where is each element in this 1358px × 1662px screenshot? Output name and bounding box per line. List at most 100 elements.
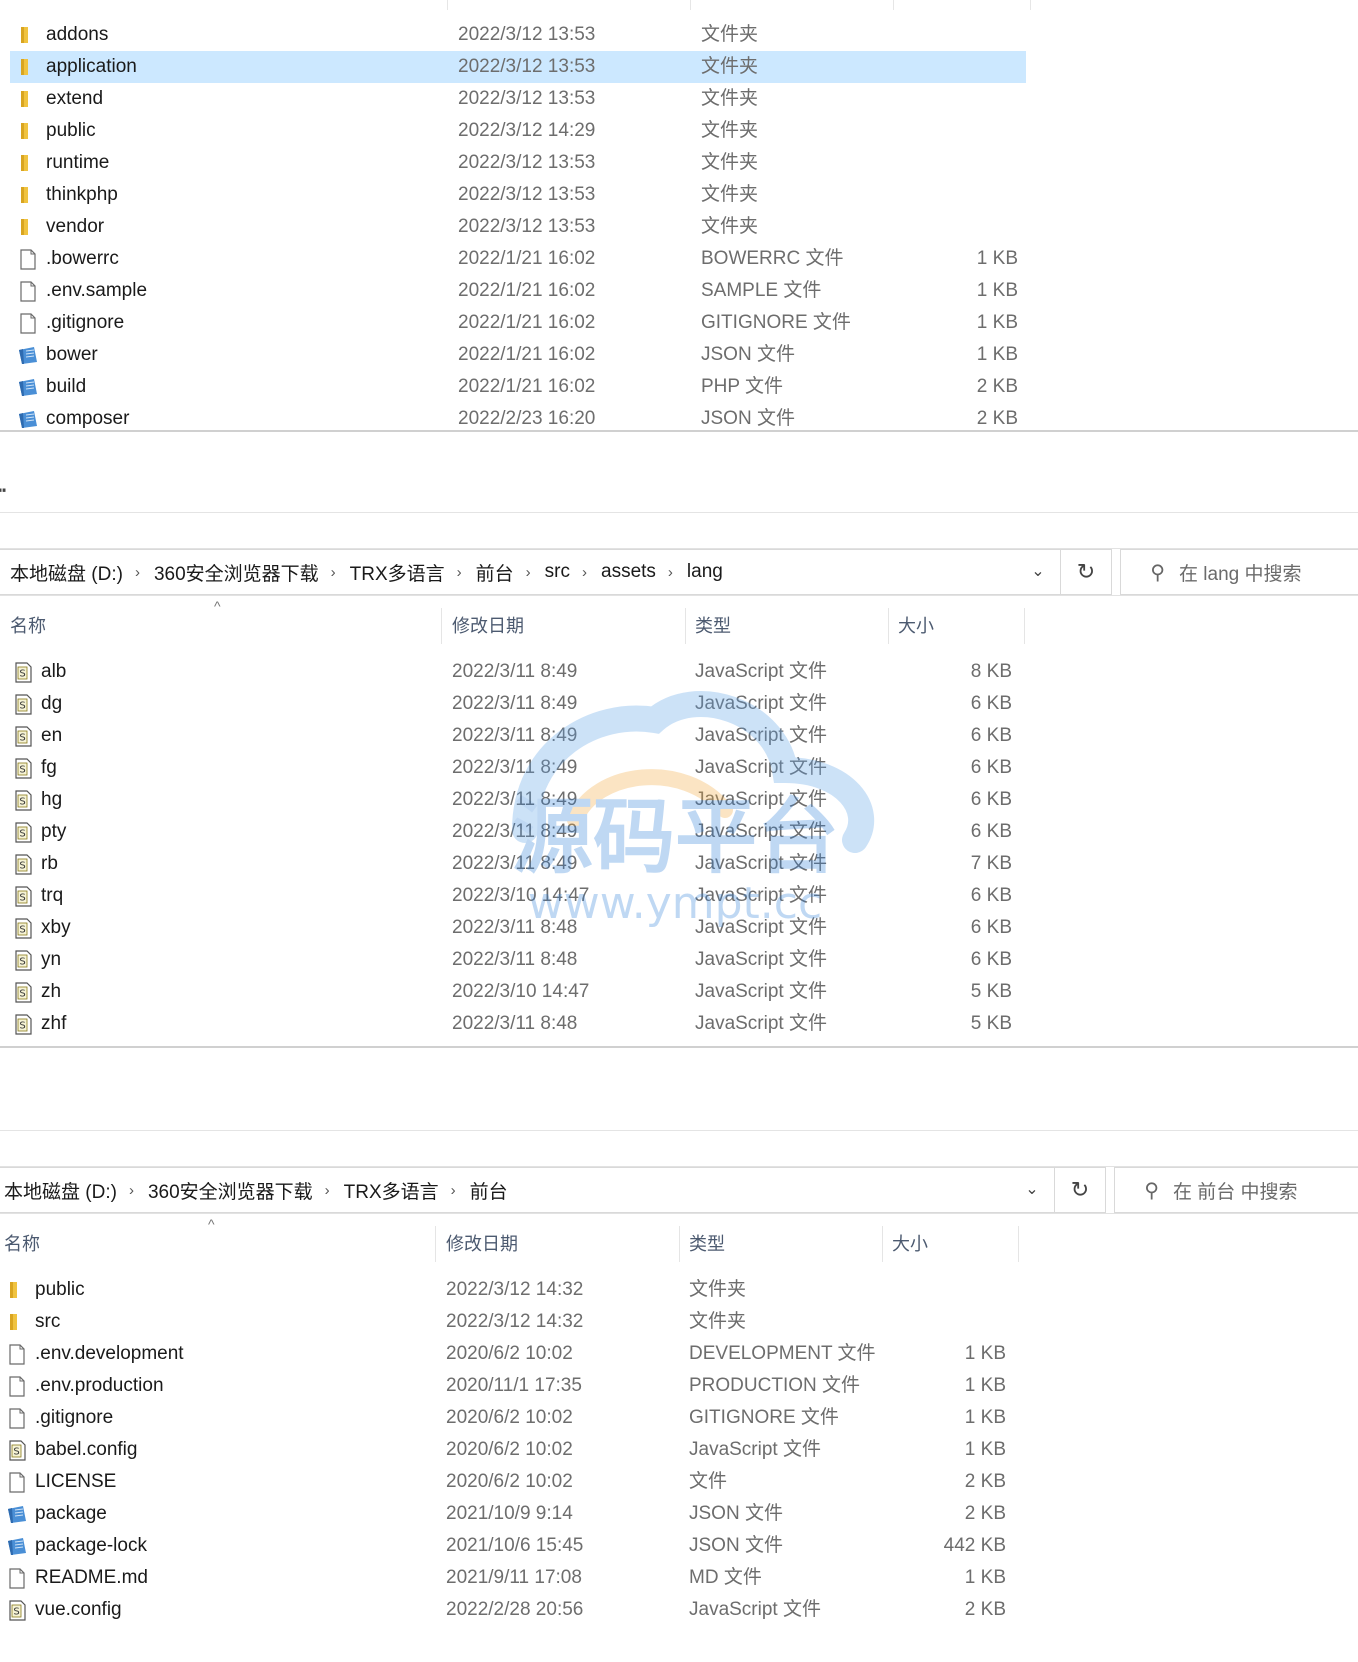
table-row[interactable]: package-lock 2021/10/6 15:45 JSON 文件 442 KB [0, 1530, 1024, 1562]
column-separator[interactable] [1018, 1226, 1019, 1262]
file-size [898, 147, 1018, 179]
table-row[interactable]: .env.production 2020/11/1 17:35 PRODUCTION… [0, 1370, 1024, 1402]
chevron-down-icon[interactable]: ⌄ [1016, 549, 1060, 593]
file-date: 2022/3/12 13:53 [458, 88, 596, 109]
table-row[interactable]: addons 2022/3/12 13:53 文件夹 [10, 19, 1026, 51]
file-date: 2022/3/12 13:53 [458, 216, 596, 237]
file-size: 6 KB [970, 725, 1012, 746]
table-row[interactable]: Sxby 2022/3/11 8:48 JavaScript 文件 6 KB [0, 912, 1030, 944]
column-header-name[interactable]: 名称 [4, 1222, 40, 1266]
chevron-right-icon[interactable]: › [439, 1182, 468, 1199]
table-row[interactable]: Srb 2022/3/11 8:49 JavaScript 文件 7 KB [0, 848, 1030, 880]
chevron-right-icon[interactable]: › [656, 564, 685, 581]
table-row[interactable]: application 2022/3/12 13:53 文件夹 [10, 51, 1026, 83]
table-row[interactable]: build 2022/1/21 16:02 PHP 文件 2 KB [10, 371, 1026, 403]
table-row[interactable]: .gitignore 2020/6/2 10:02 GITIGNORE 文件 1 KB [0, 1402, 1024, 1434]
search-box[interactable]: ⚲ 在 前台 中搜索 [1114, 1167, 1358, 1213]
file-date: 2022/1/21 16:02 [458, 248, 596, 269]
table-row[interactable]: .bowerrc 2022/1/21 16:02 BOWERRC 文件 1 KB [10, 243, 1026, 275]
breadcrumb-item[interactable]: assets [599, 561, 656, 583]
table-row[interactable]: Szhf 2022/3/11 8:48 JavaScript 文件 5 KB [0, 1008, 1030, 1040]
breadcrumb-item[interactable]: 360安全浏览器下载 [152, 559, 319, 586]
column-separator[interactable] [888, 608, 889, 644]
chevron-right-icon[interactable]: › [313, 1182, 342, 1199]
table-row[interactable]: Shg 2022/3/11 8:49 JavaScript 文件 6 KB [0, 784, 1030, 816]
address-bar[interactable]: 本地磁盘 (D:) › 360安全浏览器下载 › TRX多语言 › 前台 › src › asset… [0, 549, 1061, 595]
explorer-panel-frontend: 本地磁盘 (D:) › 360安全浏览器下载 › TRX多语言 › 前台 ⌄ ↻ ⚲ 在 前… [0, 1166, 1358, 1662]
breadcrumb-item[interactable]: 360安全浏览器下载 [146, 1177, 313, 1204]
table-row[interactable]: .env.sample 2022/1/21 16:02 SAMPLE 文件 1 KB [10, 275, 1026, 307]
table-row[interactable]: Salb 2022/3/11 8:49 JavaScript 文件 8 KB [0, 656, 1030, 688]
column-header-date[interactable]: 修改日期 [452, 604, 524, 648]
table-row[interactable]: Sen 2022/3/11 8:49 JavaScript 文件 6 KB [0, 720, 1030, 752]
column-separator[interactable] [435, 1226, 436, 1262]
column-separator[interactable] [685, 608, 686, 644]
file-name: composer [46, 408, 130, 429]
breadcrumb-item[interactable]: 本地磁盘 (D:) [2, 1177, 117, 1204]
column-header-date[interactable]: 修改日期 [446, 1222, 518, 1266]
chevron-down-icon[interactable]: ⌄ [1010, 1167, 1054, 1211]
svg-text:S: S [19, 989, 25, 1000]
column-separator[interactable] [1024, 608, 1025, 644]
table-row[interactable]: package 2021/10/9 9:14 JSON 文件 2 KB [0, 1498, 1024, 1530]
file-date: 2022/3/11 8:49 [452, 725, 578, 746]
table-row[interactable]: vendor 2022/3/12 13:53 文件夹 [10, 211, 1026, 243]
column-separator[interactable] [882, 1226, 883, 1262]
column-header-size[interactable]: 大小 [892, 1222, 928, 1266]
breadcrumb-item[interactable]: 前台 [468, 1177, 508, 1204]
file-size: 2 KB [964, 1471, 1006, 1492]
table-row[interactable]: Szh 2022/3/10 14:47 JavaScript 文件 5 KB [0, 976, 1030, 1008]
table-row[interactable]: Sbabel.config 2020/6/2 10:02 JavaScript 文件… [0, 1434, 1024, 1466]
search-box[interactable]: ⚲ 在 lang 中搜索 [1120, 549, 1358, 595]
file-type: 文件夹 [701, 216, 759, 237]
breadcrumb-item[interactable]: TRX多语言 [342, 1177, 439, 1204]
table-row[interactable]: public 2022/3/12 14:29 文件夹 [10, 115, 1026, 147]
table-row[interactable]: Spty 2022/3/11 8:49 JavaScript 文件 6 KB [0, 816, 1030, 848]
divider [0, 1130, 1358, 1131]
breadcrumb-item[interactable]: TRX多语言 [348, 559, 445, 586]
table-row[interactable]: Sdg 2022/3/11 8:49 JavaScript 文件 6 KB [0, 688, 1030, 720]
table-row[interactable]: src 2022/3/12 14:32 文件夹 [0, 1306, 1024, 1338]
refresh-button[interactable]: ↻ [1060, 549, 1112, 595]
table-row[interactable]: bower 2022/1/21 16:02 JSON 文件 1 KB [10, 339, 1026, 371]
column-header-type[interactable]: 类型 [695, 604, 731, 648]
table-row[interactable]: public 2022/3/12 14:32 文件夹 [0, 1274, 1024, 1306]
column-header-size[interactable]: 大小 [898, 604, 934, 648]
breadcrumb-item[interactable]: 本地磁盘 (D:) [8, 559, 123, 586]
table-row[interactable]: Strq 2022/3/10 14:47 JavaScript 文件 6 KB [0, 880, 1030, 912]
table-row[interactable]: runtime 2022/3/12 13:53 文件夹 [10, 147, 1026, 179]
breadcrumb-item[interactable]: 前台 [474, 559, 514, 586]
chevron-right-icon[interactable]: › [570, 564, 599, 581]
table-row[interactable]: LICENSE 2020/6/2 10:02 文件 2 KB [0, 1466, 1024, 1498]
column-header-type[interactable]: 类型 [689, 1222, 725, 1266]
chevron-right-icon[interactable]: › [117, 1182, 146, 1199]
table-row[interactable]: README.md 2021/9/11 17:08 MD 文件 1 KB [0, 1562, 1024, 1594]
chevron-right-icon[interactable]: › [445, 564, 474, 581]
breadcrumb-item[interactable]: lang [685, 561, 723, 583]
chevron-right-icon[interactable]: › [514, 564, 543, 581]
table-row[interactable]: composer 2022/2/23 16:20 JSON 文件 2 KB [10, 403, 1026, 430]
column-header-name[interactable]: 名称 [10, 604, 46, 648]
table-row[interactable]: extend 2022/3/12 13:53 文件夹 [10, 83, 1026, 115]
table-row[interactable]: Syn 2022/3/11 8:48 JavaScript 文件 6 KB [0, 944, 1030, 976]
column-separator[interactable] [441, 608, 442, 644]
json-file-icon [6, 1535, 28, 1557]
chevron-right-icon[interactable]: › [123, 564, 152, 581]
file-type: BOWERRC 文件 [701, 248, 844, 269]
column-separator[interactable] [679, 1226, 680, 1262]
chevron-right-icon[interactable]: › [319, 564, 348, 581]
svg-text:S: S [19, 765, 25, 776]
table-row[interactable]: .gitignore 2022/1/21 16:02 GITIGNORE 文件 1 K… [10, 307, 1026, 339]
table-row[interactable]: Svue.config 2022/2/28 20:56 JavaScript 文件 2… [0, 1594, 1024, 1626]
address-bar[interactable]: 本地磁盘 (D:) › 360安全浏览器下载 › TRX多语言 › 前台 [0, 1167, 1055, 1213]
column-header-row: ^ 名称 修改日期 类型 大小 [0, 1216, 1358, 1266]
refresh-button[interactable]: ↻ [1054, 1167, 1106, 1213]
json-file-icon [6, 1503, 28, 1525]
table-row[interactable]: .env.development 2020/6/2 10:02 DEVELOPMEN… [0, 1338, 1024, 1370]
table-row[interactable]: thinkphp 2022/3/12 13:53 文件夹 [10, 179, 1026, 211]
table-row[interactable]: Sfg 2022/3/11 8:49 JavaScript 文件 6 KB [0, 752, 1030, 784]
file-type: JavaScript 文件 [695, 885, 827, 906]
breadcrumb-item[interactable]: src [543, 561, 570, 583]
column-separator [690, 0, 691, 10]
file-type: MD 文件 [689, 1567, 762, 1588]
